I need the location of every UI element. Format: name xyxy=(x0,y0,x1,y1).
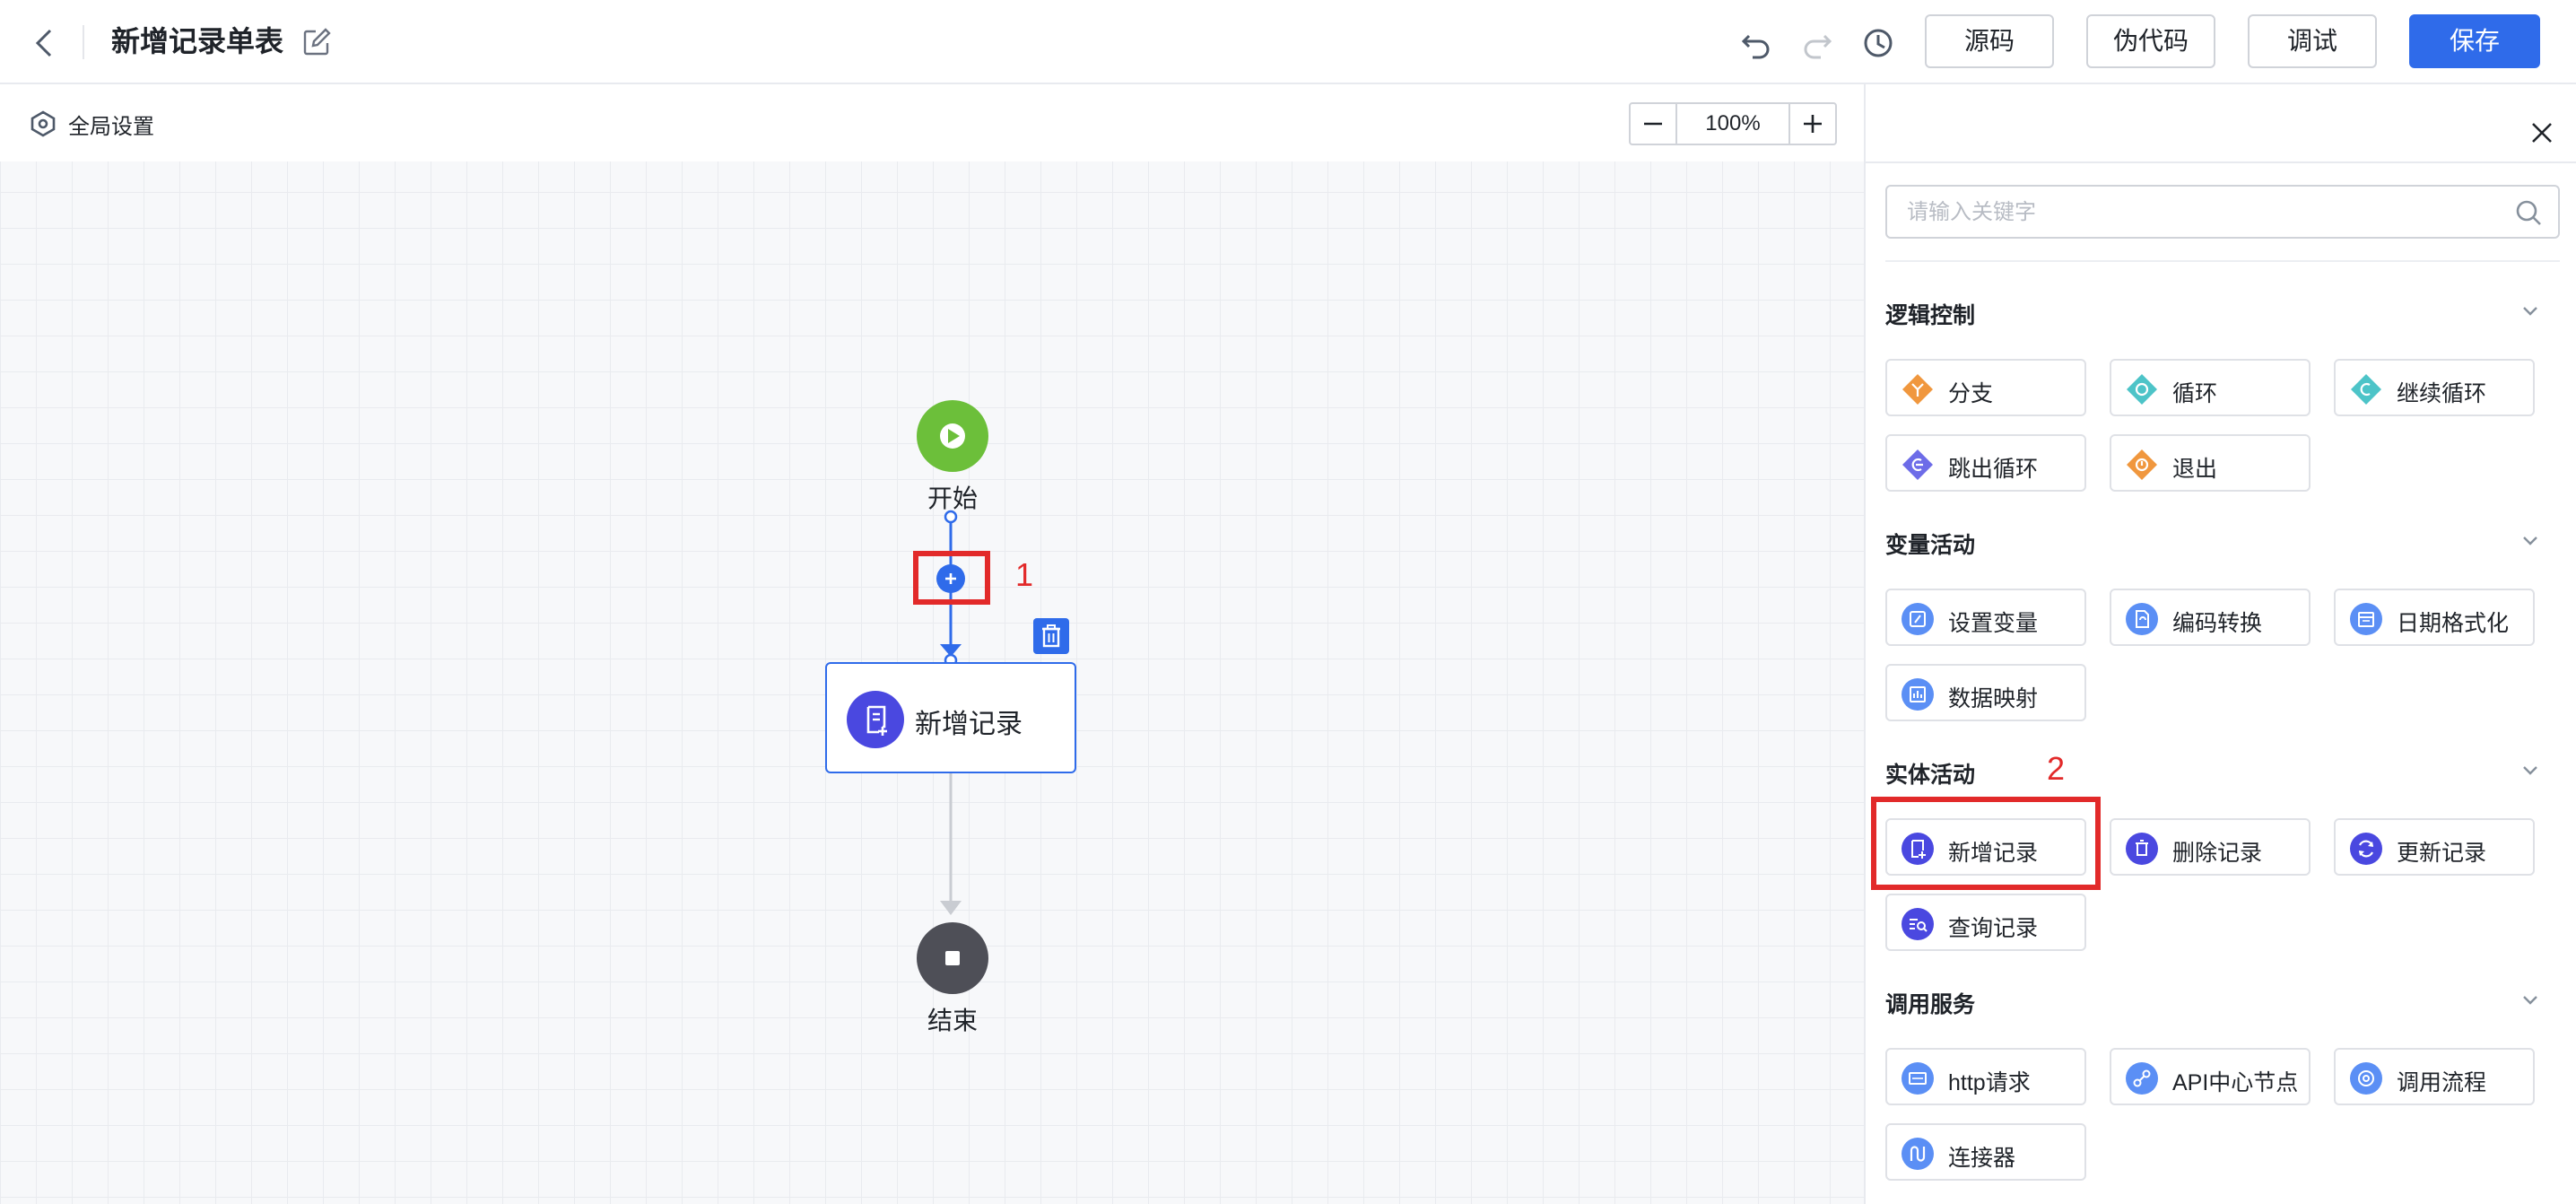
data-mapping-icon xyxy=(1902,678,1934,711)
loop-icon xyxy=(2127,374,2157,405)
item-branch[interactable]: 分支 xyxy=(1885,359,2086,416)
api-link-icon xyxy=(2126,1062,2158,1095)
item-label: 循环 xyxy=(2172,381,2218,406)
section-title-logic: 逻辑控制 xyxy=(1885,303,1976,328)
section-title-entity: 实体活动 xyxy=(1885,763,1976,788)
set-variable-icon xyxy=(1902,603,1934,635)
add-record-node-label: 新增记录 xyxy=(915,710,1023,739)
chevron-down-icon[interactable] xyxy=(2517,298,2544,325)
item-set-variable[interactable]: 设置变量 xyxy=(1885,589,2086,646)
end-node[interactable] xyxy=(917,922,988,994)
pseudo-code-button[interactable]: 伪代码 xyxy=(2086,14,2215,68)
annotation-2: 2 xyxy=(2047,750,2066,787)
section-title-services: 调用服务 xyxy=(1885,992,1976,1017)
connector-icon xyxy=(1902,1138,1934,1170)
item-continue-loop[interactable]: 继续循环 xyxy=(2334,359,2535,416)
item-date-format[interactable]: 日期格式化 xyxy=(2334,589,2535,646)
highlight-box-1 xyxy=(913,551,990,605)
source-code-button[interactable]: 源码 xyxy=(1925,14,2054,68)
exit-icon xyxy=(2127,449,2157,480)
item-label: 日期格式化 xyxy=(2397,611,2510,636)
chevron-down-icon[interactable] xyxy=(2517,757,2544,784)
item-exit[interactable]: 退出 xyxy=(2110,434,2311,492)
highlight-box-2 xyxy=(1871,797,2101,890)
continue-loop-icon xyxy=(2351,374,2381,405)
item-break-loop[interactable]: 跳出循环 xyxy=(1885,434,2086,492)
item-http-request[interactable]: http请求 xyxy=(1885,1048,2086,1105)
item-label: 编码转换 xyxy=(2172,611,2263,636)
item-label: http请求 xyxy=(1948,1070,2031,1095)
end-label: 结束 xyxy=(927,1007,978,1034)
save-button[interactable]: 保存 xyxy=(2409,14,2540,68)
play-icon xyxy=(940,423,965,449)
node-search xyxy=(1885,185,2560,239)
encoding-icon xyxy=(2126,603,2158,635)
item-label: 调用流程 xyxy=(2397,1070,2487,1095)
item-label: 数据映射 xyxy=(1948,686,2039,711)
item-label: 分支 xyxy=(1948,381,1994,406)
close-icon[interactable] xyxy=(2526,117,2558,149)
item-encoding[interactable]: 编码转换 xyxy=(2110,589,2311,646)
item-label: 删除记录 xyxy=(2172,841,2263,866)
search-input[interactable] xyxy=(1905,194,2483,231)
branch-icon xyxy=(1902,374,1933,405)
item-label: 退出 xyxy=(2172,457,2218,482)
add-record-node[interactable]: 新增记录 xyxy=(825,662,1076,773)
update-record-icon xyxy=(2350,833,2382,865)
call-flow-icon xyxy=(2350,1062,2382,1095)
item-label: API中心节点 xyxy=(2172,1070,2299,1095)
item-label: 连接器 xyxy=(1948,1146,2016,1171)
start-node[interactable] xyxy=(917,400,988,472)
delete-node-button[interactable] xyxy=(1033,618,1069,654)
item-loop[interactable]: 循环 xyxy=(2110,359,2311,416)
item-call-flow[interactable]: 调用流程 xyxy=(2334,1048,2535,1105)
item-api-center-node[interactable]: API中心节点 xyxy=(2110,1048,2311,1105)
stop-icon xyxy=(945,951,960,965)
item-label: 继续循环 xyxy=(2397,381,2487,406)
item-delete-record[interactable]: 删除记录 xyxy=(2110,818,2311,876)
calendar-icon xyxy=(2350,603,2382,635)
query-record-icon xyxy=(1902,908,1934,940)
add-record-icon xyxy=(847,691,904,748)
debug-button[interactable]: 调试 xyxy=(2248,14,2377,68)
break-loop-icon xyxy=(1902,449,1933,480)
history-clock-icon[interactable] xyxy=(1860,25,1896,61)
chevron-down-icon[interactable] xyxy=(2517,528,2544,554)
item-query-record[interactable]: 查询记录 xyxy=(1885,894,2086,951)
annotation-1: 1 xyxy=(1015,556,1034,593)
search-icon[interactable] xyxy=(2513,197,2544,228)
item-update-record[interactable]: 更新记录 xyxy=(2334,818,2535,876)
trash-icon xyxy=(1042,624,1060,648)
item-label: 设置变量 xyxy=(1948,611,2039,636)
search-divider xyxy=(1885,260,2560,262)
item-label: 查询记录 xyxy=(1948,916,2039,941)
section-title-variables: 变量活动 xyxy=(1885,533,1976,558)
item-connector[interactable]: 连接器 xyxy=(1885,1123,2086,1181)
delete-record-icon xyxy=(2126,833,2158,865)
item-data-mapping[interactable]: 数据映射 xyxy=(1885,664,2086,721)
start-label: 开始 xyxy=(927,484,978,512)
http-icon xyxy=(1902,1062,1934,1095)
chevron-down-icon[interactable] xyxy=(2517,987,2544,1014)
panel-divider xyxy=(1864,161,2576,163)
item-label: 更新记录 xyxy=(2397,841,2487,866)
item-label: 跳出循环 xyxy=(1948,457,2039,482)
